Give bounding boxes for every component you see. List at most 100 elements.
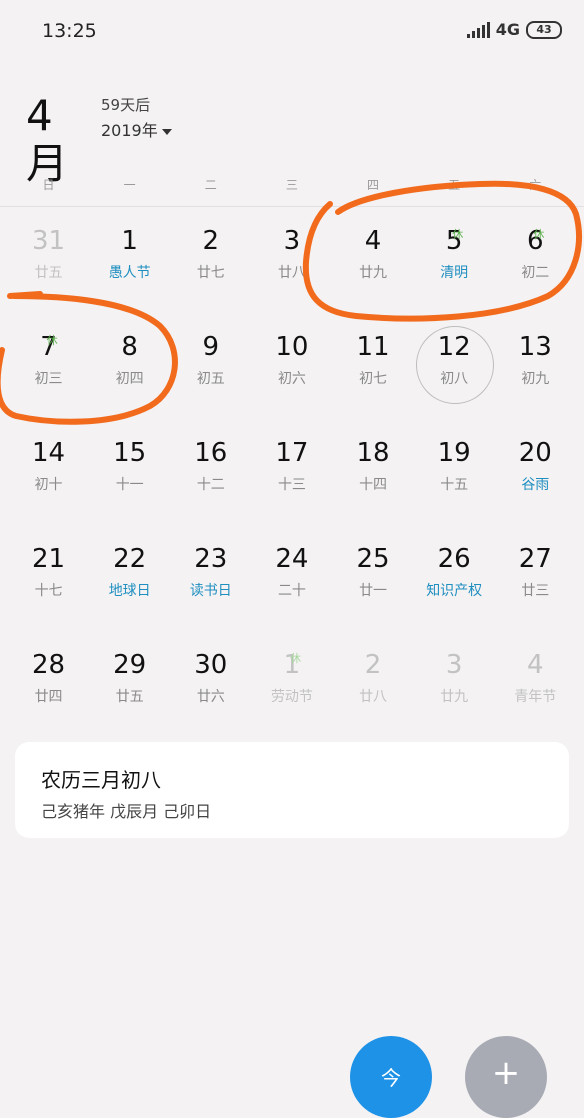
day-cell[interactable]: 27 廿三 bbox=[495, 532, 576, 638]
festival-label: 知识产权 bbox=[426, 583, 483, 599]
day-cell[interactable]: 3 廿九 bbox=[414, 638, 495, 744]
day-cell[interactable]: 31 廿五 bbox=[8, 214, 89, 320]
day-cell[interactable]: 17 十三 bbox=[251, 426, 332, 532]
lunar-day-label: 初三 bbox=[34, 371, 63, 387]
calendar-grid: 31 廿五 1 愚人节 2 廿七 3 廿八 4 廿九 5 休清明 6 休初二 7 休初三 8 初四 9 初五 10 初六 1… bbox=[8, 214, 576, 744]
day-cell[interactable]: 2 廿八 bbox=[333, 638, 414, 744]
lunar-day-label: 廿五 bbox=[34, 265, 63, 281]
day-cell[interactable]: 22 地球日 bbox=[89, 532, 170, 638]
day-cell[interactable]: 9 初五 bbox=[170, 320, 251, 426]
calendar-week-row: 21 十七 22 地球日 23 读书日 24 二十 25 廿一 26 知识产权 27 廿三 bbox=[8, 532, 576, 638]
day-cell[interactable]: 15 十一 bbox=[89, 426, 170, 532]
day-cell[interactable]: 14 初十 bbox=[8, 426, 89, 532]
day-cell[interactable]: 8 初四 bbox=[89, 320, 170, 426]
day-cell[interactable]: 11 初七 bbox=[333, 320, 414, 426]
day-cell[interactable]: 30 廿六 bbox=[170, 638, 251, 744]
weekday-label: 一 bbox=[123, 178, 136, 192]
day-number: 21 bbox=[32, 544, 66, 574]
day-cell[interactable]: 28 廿四 bbox=[8, 638, 89, 744]
add-event-button[interactable]: + bbox=[465, 1036, 547, 1118]
lunar-date-title: 农历三月初八 bbox=[41, 768, 161, 792]
day-cell[interactable]: 10 初六 bbox=[251, 320, 332, 426]
header-divider bbox=[0, 206, 584, 207]
lunar-day-label: 廿六 bbox=[196, 689, 225, 705]
days-after-label: 59天后 bbox=[101, 96, 151, 114]
day-number: 17 bbox=[275, 438, 309, 468]
lunar-day-label: 廿九 bbox=[359, 265, 388, 281]
lunar-day-label: 十一 bbox=[115, 477, 144, 493]
festival-label: 愚人节 bbox=[108, 265, 151, 281]
caret-down-icon bbox=[161, 128, 172, 135]
lunar-day-label: 初六 bbox=[277, 371, 306, 387]
day-cell[interactable]: 20 谷雨 bbox=[495, 426, 576, 532]
festival-label: 清明 bbox=[440, 265, 469, 281]
day-number: 10 bbox=[275, 332, 309, 362]
festival-label: 读书日 bbox=[189, 583, 232, 599]
day-number: 30 bbox=[194, 650, 228, 680]
today-button[interactable]: 今 bbox=[350, 1036, 432, 1118]
lunar-day-label: 十二 bbox=[196, 477, 225, 493]
day-cell[interactable]: 16 十二 bbox=[170, 426, 251, 532]
lunar-day-label: 初四 bbox=[115, 371, 144, 387]
day-cell[interactable]: 25 廿一 bbox=[333, 532, 414, 638]
day-cell[interactable]: 6 休初二 bbox=[495, 214, 576, 320]
day-cell[interactable]: 1 愚人节 bbox=[89, 214, 170, 320]
day-cell[interactable]: 13 初九 bbox=[495, 320, 576, 426]
lunar-day-label: 廿一 bbox=[359, 583, 388, 599]
day-cell[interactable]: 4 廿九 bbox=[333, 214, 414, 320]
lunar-day-label: 廿九 bbox=[440, 689, 469, 705]
lunar-day-label: 劳动节 bbox=[270, 689, 313, 705]
day-number: 29 bbox=[113, 650, 147, 680]
calendar-week-row: 7 休初三 8 初四 9 初五 10 初六 11 初七 12 初八 13 初九 bbox=[8, 320, 576, 426]
weekday-label: 二 bbox=[204, 178, 217, 192]
day-number: 15 bbox=[113, 438, 147, 468]
day-number: 31 bbox=[32, 226, 66, 256]
day-number: 26 bbox=[437, 544, 471, 574]
day-cell[interactable]: 21 十七 bbox=[8, 532, 89, 638]
day-cell[interactable]: 26 知识产权 bbox=[414, 532, 495, 638]
plus-icon: + bbox=[491, 1053, 521, 1093]
day-number: 4 bbox=[364, 226, 382, 256]
weekday-header: 日 一 二 三 四 五 六 bbox=[8, 176, 576, 196]
day-cell[interactable]: 4 青年节 bbox=[495, 638, 576, 744]
day-cell[interactable]: 19 十五 bbox=[414, 426, 495, 532]
festival-label: 谷雨 bbox=[521, 477, 550, 493]
day-number: 13 bbox=[518, 332, 552, 362]
signal-icon bbox=[466, 21, 490, 38]
day-cell[interactable]: 5 休清明 bbox=[414, 214, 495, 320]
day-cell[interactable]: 1 休劳动节 bbox=[251, 638, 332, 744]
day-number: 18 bbox=[356, 438, 390, 468]
day-cell[interactable]: 3 廿八 bbox=[251, 214, 332, 320]
day-cell-today[interactable]: 12 初八 bbox=[414, 320, 495, 426]
status-bar: 13:25 4G 43 bbox=[0, 0, 584, 64]
lunar-day-label: 廿四 bbox=[34, 689, 63, 705]
calendar-week-row: 31 廿五 1 愚人节 2 廿七 3 廿八 4 廿九 5 休清明 6 休初二 bbox=[8, 214, 576, 320]
calendar-week-row: 28 廿四 29 廿五 30 廿六 1 休劳动节 2 廿八 3 廿九 4 青年节 bbox=[8, 638, 576, 744]
day-number: 8 bbox=[121, 332, 138, 362]
day-number: 24 bbox=[275, 544, 309, 574]
day-cell[interactable]: 24 二十 bbox=[251, 532, 332, 638]
day-cell[interactable]: 23 读书日 bbox=[170, 532, 251, 638]
day-cell[interactable]: 29 廿五 bbox=[89, 638, 170, 744]
lunar-day-label: 十七 bbox=[34, 583, 63, 599]
weekday-label: 六 bbox=[529, 178, 542, 192]
lunar-ganzhi-detail: 己亥猪年 戊辰月 己卯日 bbox=[41, 802, 212, 821]
today-label: 今 bbox=[381, 1066, 401, 1090]
day-cell[interactable]: 7 休初三 bbox=[8, 320, 89, 426]
day-number: 9 bbox=[202, 332, 220, 362]
status-indicators: 4G 43 bbox=[466, 20, 562, 39]
year-selector[interactable]: 2019年 bbox=[101, 117, 172, 141]
day-cell[interactable]: 2 廿七 bbox=[170, 214, 251, 320]
day-number: 27 bbox=[518, 544, 552, 574]
day-number: 1 bbox=[121, 226, 138, 256]
day-cell[interactable]: 18 十四 bbox=[333, 426, 414, 532]
month-title: 4月 bbox=[26, 91, 69, 188]
day-number: 3 bbox=[445, 650, 463, 680]
lunar-info-card[interactable]: 农历三月初八 己亥猪年 戊辰月 己卯日 bbox=[15, 742, 569, 838]
holiday-badge: 休 bbox=[452, 228, 464, 241]
lunar-day-label: 初五 bbox=[196, 371, 225, 387]
lunar-day-label: 十三 bbox=[277, 477, 306, 493]
weekday-label: 日 bbox=[42, 178, 55, 192]
lunar-day-label: 二十 bbox=[277, 583, 306, 599]
weekday-label: 三 bbox=[285, 178, 298, 192]
